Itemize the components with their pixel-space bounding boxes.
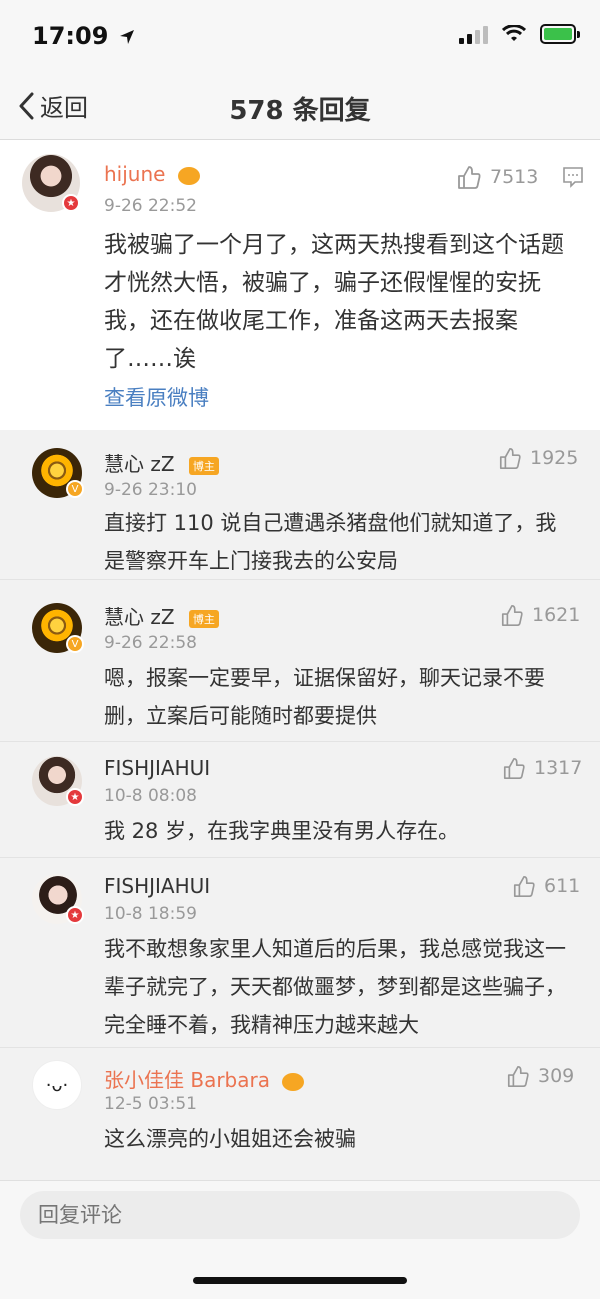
comment-input[interactable] [20, 1191, 580, 1239]
reply-item: V 慧心 zZ 博主 9-26 22:58 1621 嗯，报案一定要早，证据保留… [0, 587, 600, 742]
comment-text: 直接打 110 说自己遭遇杀猪盘他们就知道了，我是警察开车上门接我去的公安局 [104, 511, 557, 573]
thumbs-up-icon [458, 166, 481, 189]
crown-icon [177, 166, 200, 185]
thumbs-up-icon [507, 1065, 529, 1087]
timestamp: 9-26 23:10 [104, 480, 197, 500]
crown-icon [282, 1072, 305, 1091]
clock: 17:09 [32, 22, 109, 50]
username-text: 张小佳佳 Barbara [104, 1068, 270, 1092]
username-text: 慧心 zZ [104, 452, 175, 476]
timestamp: 9-26 22:58 [104, 633, 197, 653]
main-comment: ★ hijune 9-26 22:52 7513 我被骗了一个月了，这两天热搜看… [0, 140, 600, 430]
timestamp: 10-8 08:08 [104, 786, 197, 806]
location-arrow-icon [119, 30, 134, 44]
home-indicator[interactable] [193, 1277, 407, 1284]
reply-item: ·ᴗ· 张小佳佳 Barbara 12-5 03:51 309 这么漂亮的小姐姐… [0, 1048, 600, 1180]
like-count: 1621 [532, 604, 581, 626]
username[interactable]: FISHJIAHUI [104, 756, 210, 780]
username[interactable]: 慧心 zZ 博主 [104, 448, 219, 477]
reply-item: ★ FISHJIAHUI 10-8 08:08 1317 我 28 岁，在我字典… [0, 742, 600, 858]
username[interactable]: hijune [104, 162, 200, 186]
like-button[interactable]: 1621 [500, 603, 580, 627]
status-icons [459, 24, 580, 44]
blogger-tag: 博主 [188, 609, 219, 628]
reply-item: V 慧心 zZ 博主 9-26 23:10 1925 直接打 110 说自己遭遇… [0, 430, 600, 580]
comment-icon[interactable] [562, 166, 584, 188]
view-original-link[interactable]: 查看原微博 [104, 382, 209, 412]
verified-badge-icon: V [66, 480, 84, 498]
thumbs-up-icon [499, 447, 521, 469]
blogger-tag: 博主 [188, 456, 219, 475]
username[interactable]: FISHJIAHUI [104, 874, 210, 898]
verified-badge-icon: ★ [62, 194, 80, 212]
username-text: 慧心 zZ [104, 605, 175, 629]
timestamp: 9-26 22:52 [104, 196, 197, 216]
like-button[interactable]: 1925 [498, 446, 578, 470]
username[interactable]: 慧心 zZ 博主 [104, 601, 219, 630]
reply-list: V 慧心 zZ 博主 9-26 23:10 1925 直接打 110 说自己遭遇… [0, 430, 600, 1180]
like-button[interactable]: 1317 [502, 756, 582, 780]
thumbs-up-icon [503, 757, 525, 779]
battery-icon [540, 24, 580, 44]
avatar[interactable]: ·ᴗ· [32, 1060, 82, 1110]
username-text: FISHJIAHUI [104, 756, 211, 780]
verified-badge-icon: V [66, 635, 84, 653]
status-bar: 17:09 [0, 0, 600, 72]
comment-text: 我 28 岁，在我字典里没有男人存在。 [104, 819, 460, 843]
like-button[interactable]: 309 [506, 1064, 574, 1088]
wifi-icon [502, 25, 526, 41]
comment-text: 嗯，报案一定要早，证据保留好，聊天记录不要删，立案后可能随时都要提供 [104, 666, 545, 728]
like-button[interactable]: 7513 [456, 164, 538, 190]
comment-text: 我不敢想象家里人知道后的后果，我总感觉我这一辈子就完了，天天都做噩梦，梦到都是这… [104, 937, 566, 1037]
timestamp: 10-8 18:59 [104, 904, 197, 924]
username[interactable]: 张小佳佳 Barbara [104, 1064, 305, 1093]
username-text: FISHJIAHUI [104, 874, 211, 898]
verified-badge-icon: ★ [66, 906, 84, 924]
page-title: 578 条回复 [229, 96, 371, 126]
thumbs-up-icon [501, 604, 523, 626]
username-text: hijune [104, 162, 166, 186]
comment-text: 我被骗了一个月了，这两天热搜看到这个话题才恍然大悟，被骗了，骗子还假惺惺的安抚我… [104, 232, 564, 372]
nav-bar: 返回 578 条回复 [0, 72, 600, 140]
like-button[interactable]: 611 [512, 874, 580, 898]
like-count: 611 [544, 875, 581, 897]
like-count: 309 [538, 1065, 575, 1087]
thumbs-up-icon [513, 875, 535, 897]
signal-icon [459, 24, 488, 44]
comment-text: 这么漂亮的小姐姐还会被骗 [104, 1127, 356, 1151]
reply-item: ★ FISHJIAHUI 10-8 18:59 611 我不敢想象家里人知道后的… [0, 858, 600, 1048]
status-time: 17:09 [32, 22, 135, 50]
verified-badge-icon: ★ [66, 788, 84, 806]
timestamp: 12-5 03:51 [104, 1094, 197, 1114]
like-count: 1317 [534, 757, 583, 779]
like-count: 7513 [490, 166, 539, 188]
like-count: 1925 [530, 447, 579, 469]
